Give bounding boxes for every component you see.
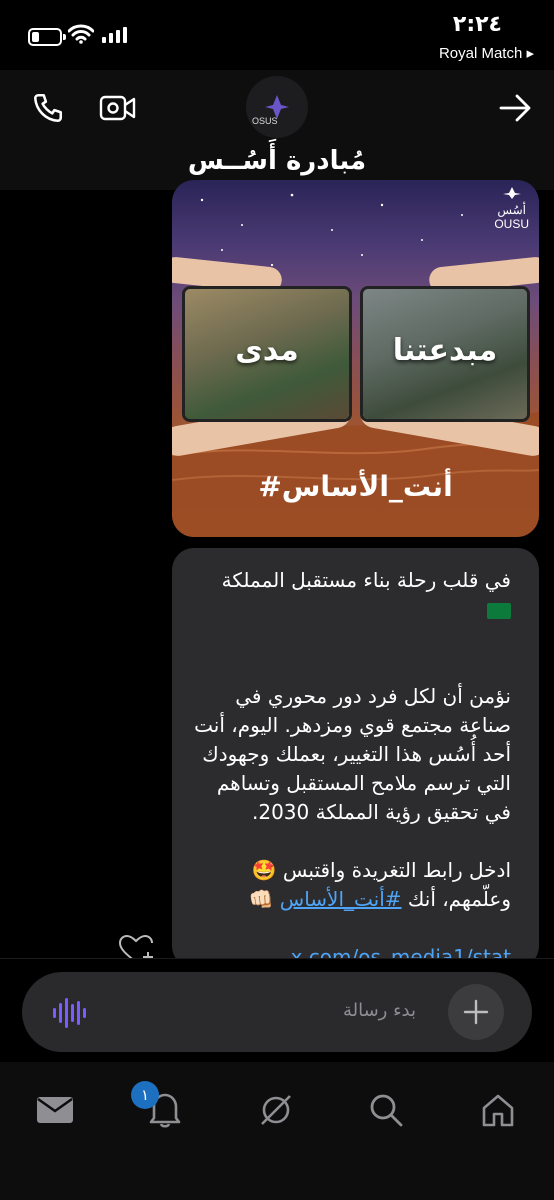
tab-search[interactable] [364,1088,408,1132]
wifi-icon [68,24,94,44]
tab-grok[interactable] [254,1088,298,1132]
clock-time: ٢:٢٤ [452,12,502,37]
battery-icon [28,28,66,46]
image-message[interactable]: أسُس OUSU مدى مبدعتنا #أنت_الأساس [172,180,539,537]
status-bar: ٢:٢٤ Royal Match ▸ [0,0,554,70]
brand-arabic: أسُس [497,203,526,217]
video-call-icon [99,95,136,121]
avatar-logo-text: OSUS [252,116,278,126]
call-button[interactable] [28,88,68,128]
message-composer[interactable]: بدء رسالة [22,972,532,1052]
brand-logo: أسُس OUSU [494,186,529,231]
back-arrow-icon [499,94,531,122]
home-icon [482,1094,514,1127]
frame-right: مبدعتنا [360,286,530,422]
message-input[interactable]: بدء رسالة [343,1000,416,1021]
back-button[interactable] [496,88,536,128]
grok-icon [261,1095,291,1125]
chat-header: OSUS مُبادرة أَسُــس [0,70,554,190]
message-intro: في قلب رحلة بناء مستقبل المملكة [192,566,511,624]
mail-icon [37,1097,73,1123]
message-paragraph: نؤمن أن لكل فرد دور محوري في صناعة مجتمع… [194,684,511,824]
avatar[interactable]: OSUS [246,76,308,138]
tab-home[interactable] [476,1088,520,1132]
message-body: في قلب رحلة بناء مستقبل المملكة نؤمن أن … [192,566,511,968]
video-call-button[interactable] [98,88,138,128]
hashtag-link[interactable]: #أنت_الأساس [280,887,402,911]
back-to-app-link[interactable]: Royal Match ▸ [439,44,534,62]
plus-icon [463,999,489,1025]
saudi-flag-icon [487,602,511,619]
cellular-signal-icon [102,27,127,43]
voice-message-icon[interactable] [52,998,86,1028]
osus-brand-icon [502,187,521,199]
text-message[interactable]: في قلب رحلة بناء مستقبل المملكة نؤمن أن … [172,548,539,968]
frame-right-label: مبدعتنا [392,333,498,368]
chat-title: مُبادرة أَسُــس [187,146,367,176]
tab-bar [0,1062,554,1200]
search-icon [370,1094,403,1127]
brand-english: OUSU [494,217,529,231]
notification-badge: ١ [131,1081,159,1109]
frame-left-label: مدى [235,333,299,368]
image-hashtag: #أنت_الأساس [258,470,453,503]
tab-messages[interactable] [33,1088,77,1132]
frame-left: مدى [182,286,352,422]
attach-button[interactable] [448,984,504,1040]
phone-icon [33,93,63,123]
message-call-to-action: ادخل رابط التغريدة واقتبس 🤩 وعلّمهم، أنك… [248,858,511,911]
